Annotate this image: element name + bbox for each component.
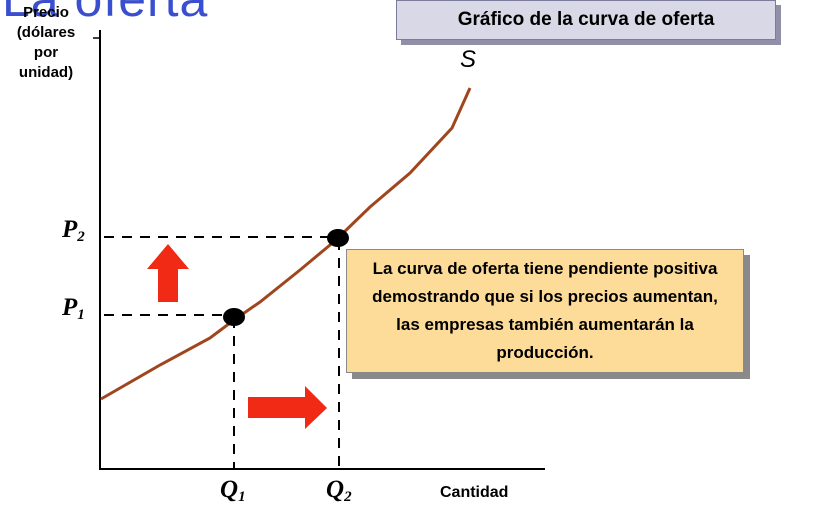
p2-label: P2 bbox=[62, 216, 85, 245]
p1-label: P1 bbox=[62, 294, 85, 323]
q2-label: Q2 bbox=[326, 476, 352, 505]
x-axis-label: Cantidad bbox=[440, 484, 509, 501]
up-arrow-icon bbox=[147, 244, 189, 302]
point-q2-p2 bbox=[327, 229, 349, 247]
q1-label: Q1 bbox=[220, 476, 246, 505]
right-arrow-icon bbox=[248, 386, 327, 429]
point-q1-p1 bbox=[223, 308, 245, 326]
supply-curve-label: S bbox=[460, 46, 477, 73]
explanation-note: La curva de oferta tiene pendiente posit… bbox=[346, 249, 744, 373]
